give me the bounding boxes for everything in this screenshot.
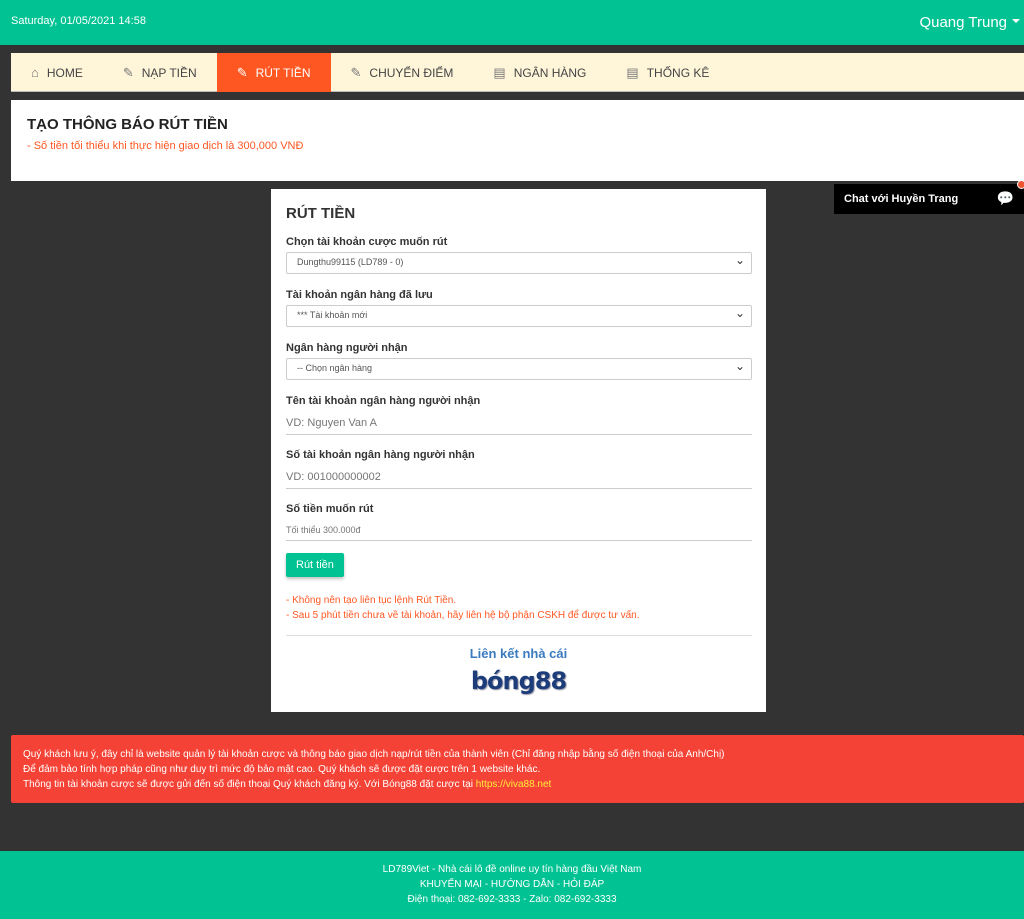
tab-label: CHUYỂN ĐIỂM bbox=[369, 65, 454, 80]
saved-bank-label: Tài khoản ngân hàng đã lưu bbox=[286, 289, 433, 301]
tab-chuyen-diem[interactable]: ✎ CHUYỂN ĐIỂM bbox=[331, 53, 474, 92]
alert-line: Thông tin tài khoản cược sẽ được gửi đến… bbox=[23, 777, 1012, 792]
edit-icon: ✎ bbox=[350, 64, 362, 80]
tab-label: NGÂN HÀNG bbox=[513, 65, 587, 80]
alert-text: Thông tin tài khoản cược sẽ được gửi đến… bbox=[23, 779, 473, 790]
clipboard-icon: ▤ bbox=[626, 64, 639, 80]
account-label: Chọn tài khoản cược muốn rút bbox=[286, 236, 448, 248]
home-icon: ⌂ bbox=[31, 65, 39, 80]
form-title: RÚT TIỀN bbox=[286, 205, 356, 222]
note-line: - Không nên tạo liên tục lệnh Rút Tiền. bbox=[286, 595, 457, 606]
tab-home[interactable]: ⌂ HOME bbox=[11, 53, 103, 92]
footer: LD789Viet - Nhà cái lô đề online uy tín … bbox=[0, 851, 1024, 919]
viva88-link[interactable]: https://viva88.net bbox=[476, 779, 552, 790]
notification-dot bbox=[1017, 180, 1024, 189]
account-name-label: Tên tài khoản ngân hàng người nhận bbox=[286, 395, 481, 407]
tab-rut-tien[interactable]: ✎ RÚT TIỀN bbox=[216, 53, 331, 92]
page-title: TẠO THÔNG BÁO RÚT TIỀN bbox=[27, 116, 228, 133]
user-menu[interactable]: Quang Trung bbox=[919, 14, 1020, 31]
alert-line: Quý khách lưu ý, đây chỉ là website quản… bbox=[23, 749, 725, 760]
form-notes: - Không nên tạo liên tục lệnh Rút Tiền. … bbox=[286, 593, 751, 623]
withdraw-form: RÚT TIỀN Chọn tài khoản cược muốn rút Du… bbox=[271, 189, 766, 712]
top-bar: Saturday, 01/05/2021 14:58 Quang Trung bbox=[0, 0, 1024, 45]
footer-links[interactable]: KHUYẾN MẠI - HƯỚNG DẪN - HỎI ĐÁP bbox=[0, 877, 1024, 892]
tab-nap-tien[interactable]: ✎ NẠP TIỀN bbox=[103, 53, 217, 92]
tab-ngan-hang[interactable]: ▤ NGÂN HÀNG bbox=[473, 53, 606, 92]
amount-input[interactable] bbox=[286, 519, 752, 541]
minimum-note: - Số tiền tối thiểu khi thực hiện giao d… bbox=[27, 140, 304, 152]
account-number-input[interactable] bbox=[286, 465, 752, 489]
withdraw-button[interactable]: Rút tiền bbox=[286, 553, 344, 577]
chat-bubble-icon: 💬 bbox=[996, 190, 1014, 206]
tab-thong-ke[interactable]: ▤ THỐNG KÊ bbox=[606, 53, 729, 92]
divider bbox=[286, 635, 752, 636]
notice-alert: Quý khách lưu ý, đây chỉ là website quản… bbox=[11, 735, 1024, 803]
edit-icon: ✎ bbox=[122, 64, 134, 80]
bank-label: Ngân hàng người nhận bbox=[286, 342, 408, 354]
account-name-input[interactable] bbox=[286, 411, 752, 435]
page-header: TẠO THÔNG BÁO RÚT TIỀN - Số tiền tối thi… bbox=[11, 100, 1024, 181]
tab-label: NẠP TIỀN bbox=[141, 65, 197, 80]
tab-label: HOME bbox=[46, 65, 83, 80]
clipboard-icon: ▤ bbox=[493, 64, 506, 80]
tab-label: RÚT TIỀN bbox=[255, 65, 311, 80]
alert-line: Để đảm bảo tính hợp pháp cũng như duy tr… bbox=[23, 764, 541, 775]
saved-bank-select[interactable]: *** Tài khoản mới bbox=[286, 305, 752, 327]
bong88-logo[interactable]: bóng88 bbox=[286, 667, 751, 695]
chat-label: Chat với Huyền Trang bbox=[844, 193, 959, 205]
chat-widget[interactable]: Chat với Huyền Trang 💬 bbox=[834, 180, 1024, 214]
footer-line: LD789Viet - Nhà cái lô đề online uy tín … bbox=[382, 864, 642, 875]
amount-label: Số tiền muốn rút bbox=[286, 503, 374, 515]
partner-title: Liên kết nhà cái bbox=[469, 646, 568, 661]
edit-icon: ✎ bbox=[236, 64, 248, 80]
bank-select[interactable]: -- Chọn ngân hàng bbox=[286, 358, 752, 380]
main-nav: ⌂ HOME ✎ NẠP TIỀN ✎ RÚT TIỀN ✎ CHUYỂN ĐIỂM ▤… bbox=[11, 53, 1024, 92]
datetime: Saturday, 01/05/2021 14:58 bbox=[11, 15, 146, 27]
account-select[interactable]: Dungthu99115 (LD789 - 0) bbox=[286, 252, 752, 274]
tab-label: THỐNG KÊ bbox=[646, 65, 710, 80]
note-line: - Sau 5 phút tiền chưa về tài khoản, hãy… bbox=[286, 610, 640, 621]
footer-contact: Điện thoại: 082-692-3333 - Zalo: 082-692… bbox=[407, 894, 617, 905]
account-number-label: Số tài khoản ngân hàng người nhận bbox=[286, 449, 475, 461]
